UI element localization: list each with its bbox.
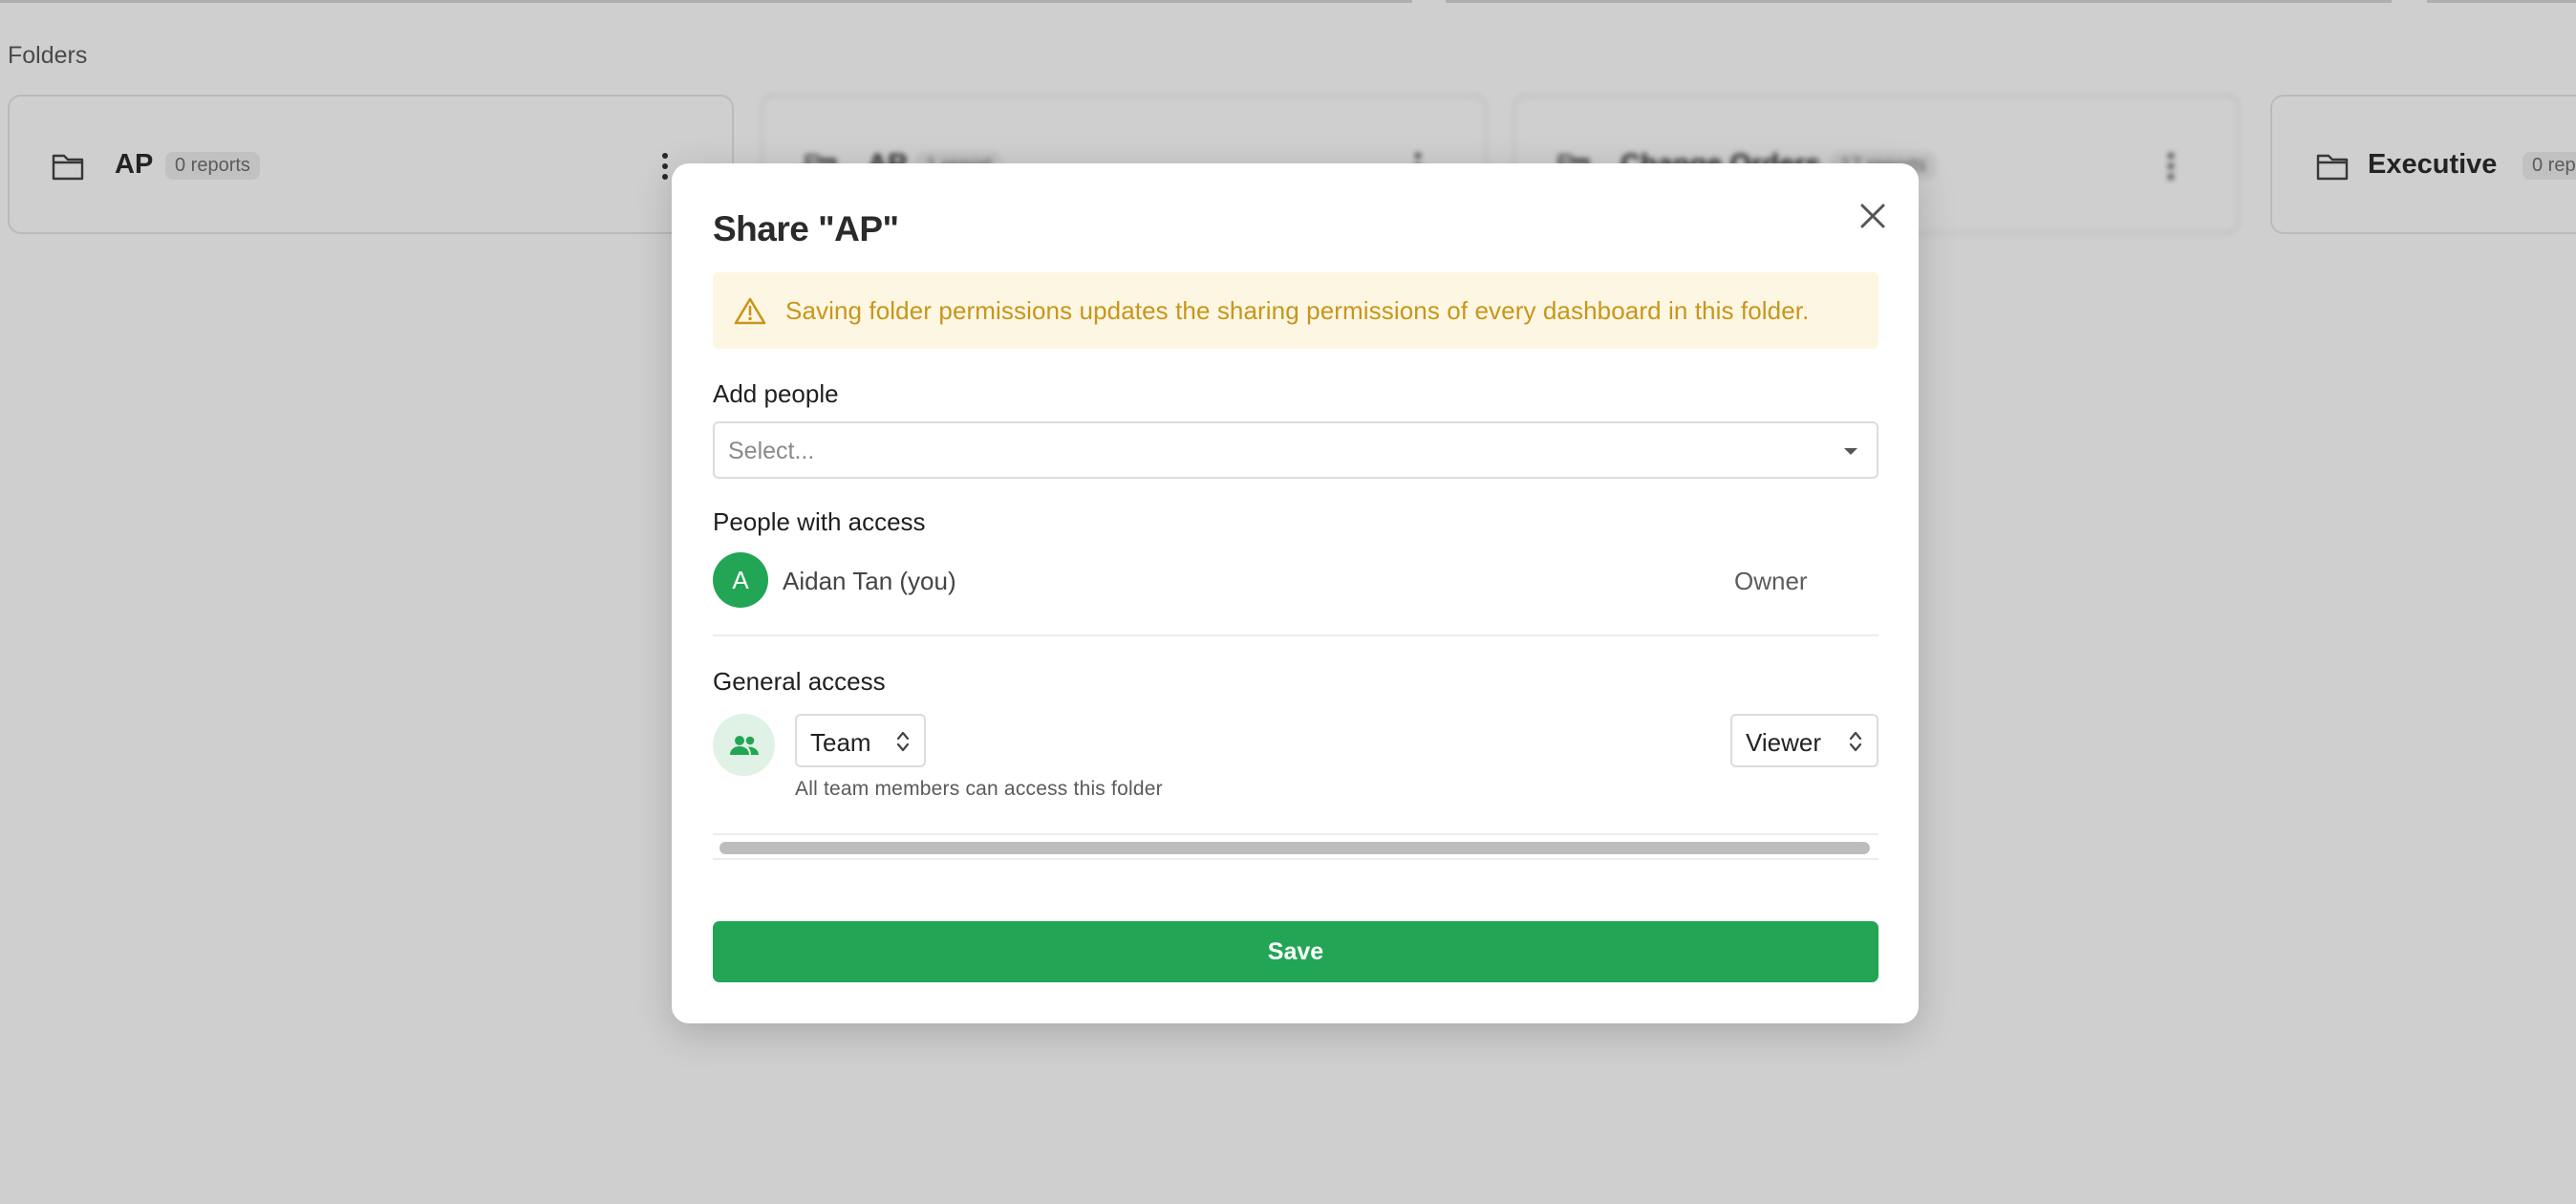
permission-level-select[interactable]: Viewer	[1730, 714, 1878, 767]
access-scope-value: Team	[810, 728, 871, 757]
share-dialog: Share "AP" Saving folder permissions upd…	[672, 163, 1919, 1023]
person-role: Owner	[1734, 567, 1808, 595]
add-people-select[interactable]: Select...	[713, 421, 1878, 479]
add-people-label: Add people	[713, 379, 839, 408]
dropdown-caret-icon	[1844, 448, 1857, 455]
access-scope-select[interactable]: Team	[795, 714, 926, 767]
divider	[713, 634, 1878, 636]
general-access-label: General access	[713, 667, 886, 696]
avatar: A	[713, 552, 768, 608]
people-with-access-label: People with access	[713, 507, 926, 536]
sort-arrows-icon	[896, 731, 910, 752]
warning-text: Saving folder permissions updates the sh…	[785, 296, 1810, 325]
access-scope-description: All team members can access this folder	[795, 778, 1163, 800]
person-name: Aidan Tan (you)	[783, 567, 956, 595]
sort-arrows-icon	[1849, 731, 1862, 752]
horizontal-scrollbar[interactable]	[713, 833, 1878, 860]
team-icon	[713, 714, 775, 776]
add-people-placeholder: Select...	[728, 438, 815, 464]
close-button[interactable]	[1852, 195, 1894, 237]
save-button[interactable]: Save	[713, 921, 1878, 982]
close-icon	[1860, 204, 1885, 228]
scrollbar-thumb[interactable]	[719, 842, 1870, 854]
permission-level-value: Viewer	[1746, 728, 1822, 757]
warning-banner: Saving folder permissions updates the sh…	[713, 272, 1878, 349]
warning-icon	[734, 297, 766, 325]
dialog-title: Share "AP"	[713, 209, 899, 248]
